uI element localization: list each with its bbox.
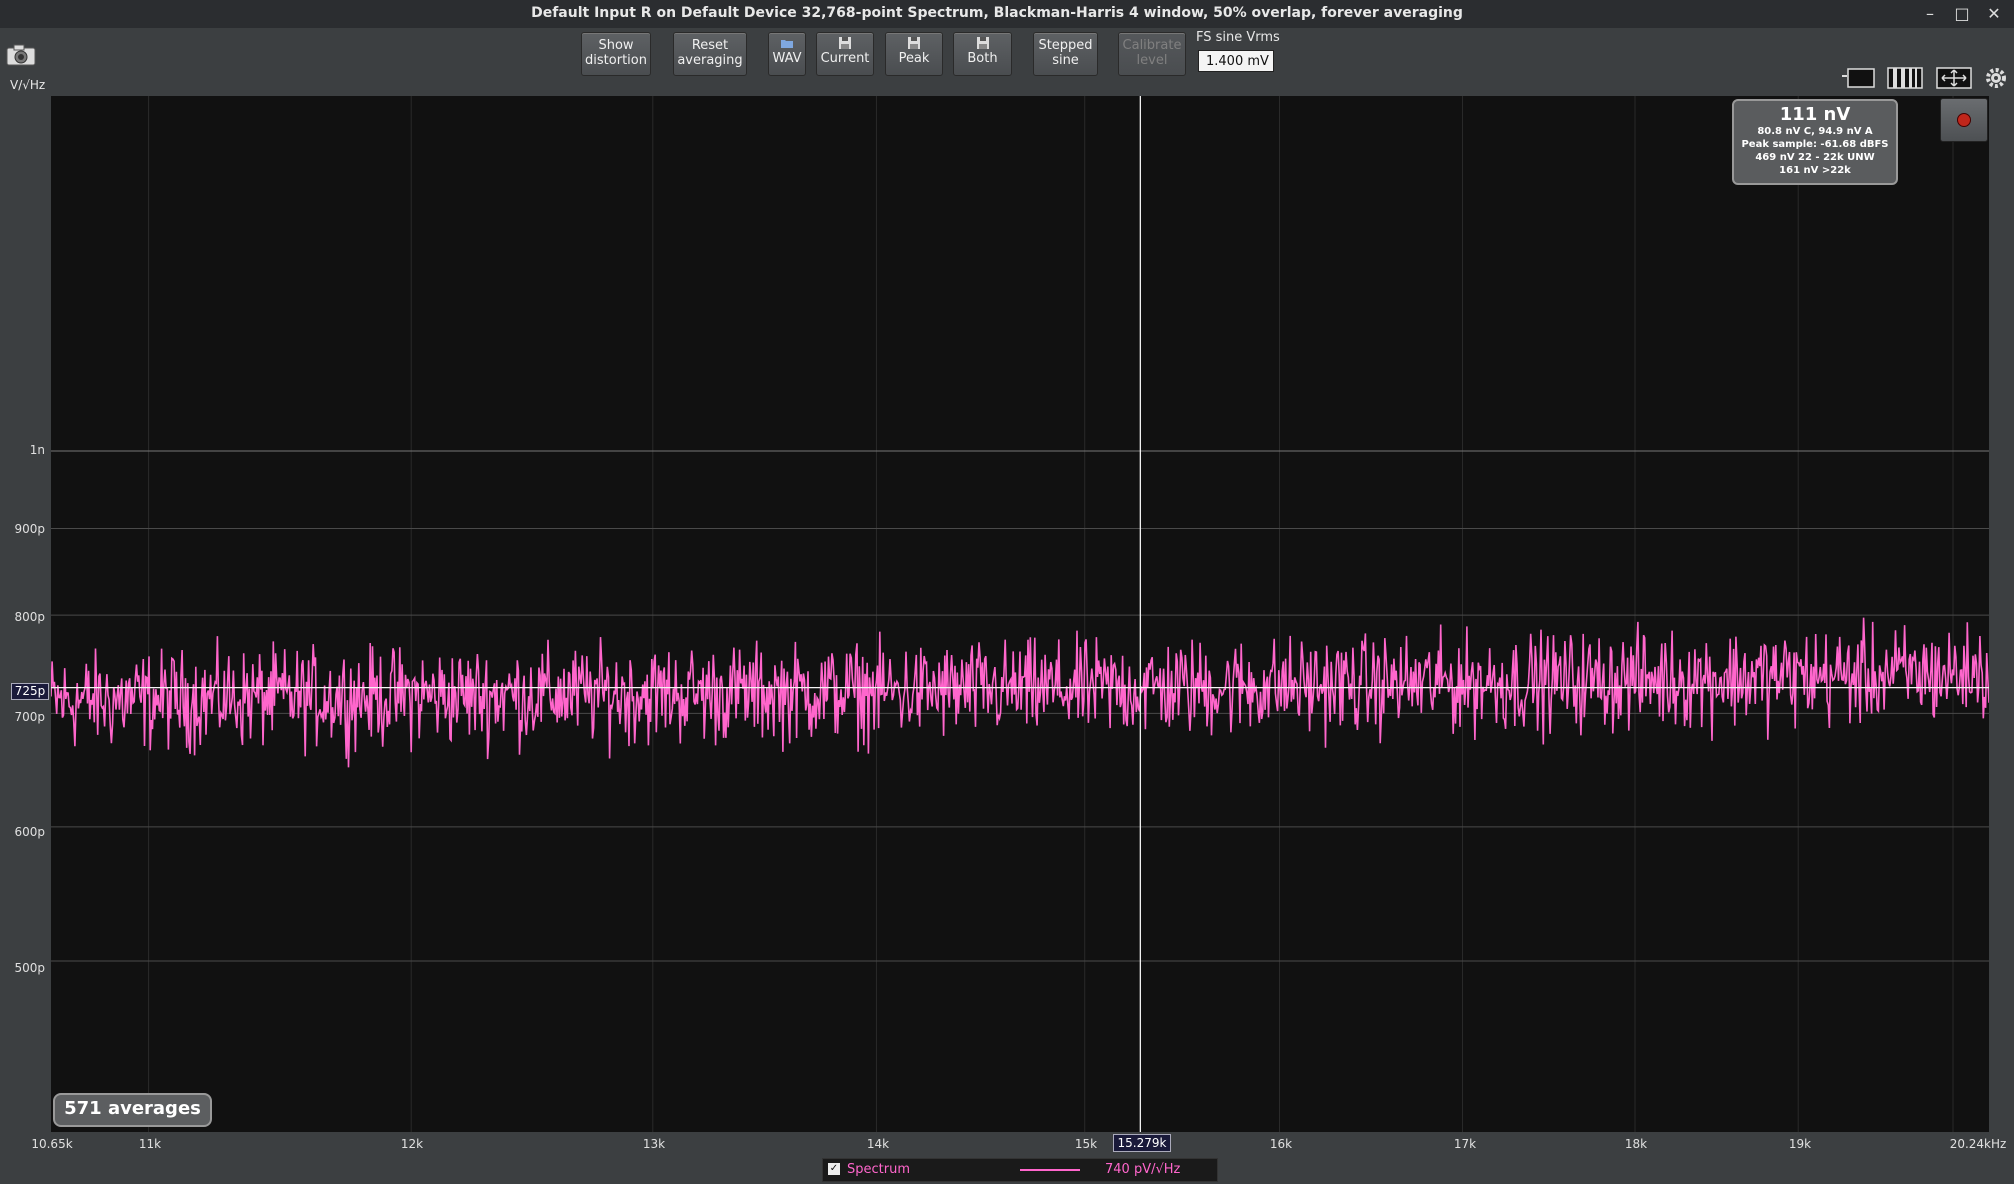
both-label: Both xyxy=(967,51,998,66)
xtick-label: 17k xyxy=(1453,1137,1477,1151)
xtick-label: 18k xyxy=(1624,1137,1648,1151)
ytick-label: 1n xyxy=(29,443,45,457)
spectrum-plot[interactable] xyxy=(50,96,1990,1132)
legend-series-value: 740 pV/√Hz xyxy=(1105,1162,1181,1177)
ytick-label: 500p xyxy=(14,961,45,975)
level-readout[interactable]: 111 nV 80.8 nV C, 94.9 nV A Peak sample:… xyxy=(1732,99,1898,185)
cursor-y-readout: 725p xyxy=(11,683,49,700)
xtick-label: 12k xyxy=(400,1137,424,1151)
save-peak-button[interactable]: Peak xyxy=(885,32,943,76)
legend-line-swatch xyxy=(1020,1169,1080,1171)
title-bar: Default Input R on Default Device 32,768… xyxy=(0,0,2014,29)
record-icon xyxy=(1957,113,1971,127)
maximize-icon[interactable]: □ xyxy=(1948,2,1976,26)
toolbar: Show distortion Reset averaging WAV Curr… xyxy=(0,28,2014,96)
ytick-label: 900p xyxy=(14,522,45,536)
fs-sine-input[interactable]: 1.400 mV xyxy=(1198,50,1274,72)
peak-label: Peak xyxy=(898,51,930,66)
window-layout-icon[interactable] xyxy=(1842,66,1876,90)
zoom-fit-icon[interactable] xyxy=(1936,66,1972,90)
xtick-label: 14k xyxy=(866,1137,890,1151)
cursor-x-readout: 15.279k xyxy=(1113,1134,1171,1152)
camera-icon[interactable] xyxy=(6,44,36,66)
spectrum-chart xyxy=(50,96,1990,1132)
xtick-label: 16k xyxy=(1269,1137,1293,1151)
xtick-label: 11k xyxy=(138,1137,162,1151)
xtick-label: 10.65k xyxy=(31,1137,73,1151)
record-button[interactable] xyxy=(1940,98,1988,142)
current-label: Current xyxy=(820,51,870,66)
save-both-button[interactable]: Both xyxy=(953,32,1012,76)
ytick-label: 700p xyxy=(14,710,45,724)
fs-sine-label: FS sine Vrms xyxy=(1196,30,1280,45)
xtick-label: 19k xyxy=(1788,1137,1812,1151)
save-icon xyxy=(908,37,920,49)
legend: ✓ Spectrum 740 pV/√Hz xyxy=(822,1158,1218,1182)
ytick-label: 800p xyxy=(14,610,45,624)
level-line: Peak sample: -61.68 dBFS xyxy=(1741,139,1889,150)
gear-icon[interactable] xyxy=(1984,66,2008,90)
window-title: Default Input R on Default Device 32,768… xyxy=(531,5,1463,21)
level-line: 469 nV 22 - 22k UNW xyxy=(1755,152,1875,163)
xtick-label: 13k xyxy=(642,1137,666,1151)
averages-badge: 571 averages xyxy=(53,1093,212,1127)
level-line: 80.8 nV C, 94.9 nV A xyxy=(1757,126,1873,137)
ytick-label: 600p xyxy=(14,825,45,839)
bars-view-icon[interactable] xyxy=(1887,66,1923,90)
save-icon xyxy=(839,37,851,49)
close-icon[interactable]: ✕ xyxy=(1980,2,2008,26)
wav-label: WAV xyxy=(772,51,802,66)
legend-series-name: Spectrum xyxy=(847,1162,910,1177)
save-icon xyxy=(976,37,989,49)
stepped-sine-button[interactable]: Stepped sine xyxy=(1033,32,1098,76)
level-line: 161 nV >22k xyxy=(1779,165,1851,176)
show-distortion-button[interactable]: Show distortion xyxy=(581,32,651,76)
folder-icon xyxy=(781,40,793,48)
xtick-label: 20.24kHz xyxy=(1949,1137,2007,1151)
calibrate-level-button: Calibrate level xyxy=(1118,32,1186,76)
spectrum-checkbox[interactable]: ✓ xyxy=(828,1163,840,1175)
reset-averaging-button[interactable]: Reset averaging xyxy=(673,32,747,76)
y-axis-unit: V/√Hz xyxy=(10,78,46,92)
spectrum-trace xyxy=(50,617,1990,768)
minimize-icon[interactable]: – xyxy=(1916,2,1944,26)
xtick-label: 15k xyxy=(1074,1137,1098,1151)
level-main: 111 nV xyxy=(1779,104,1851,125)
save-current-button[interactable]: Current xyxy=(816,32,874,76)
wav-button[interactable]: WAV xyxy=(768,32,806,76)
